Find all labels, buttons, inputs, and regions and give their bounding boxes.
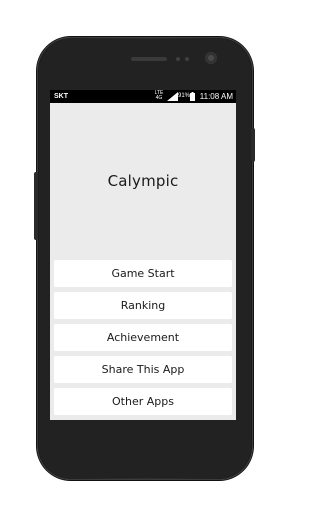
battery-level: 91% [178, 93, 191, 99]
network-type: LTE 4G [154, 91, 164, 101]
share-app-button[interactable]: Share This App [54, 356, 232, 383]
light-sensor [185, 57, 189, 61]
status-clock: 11:08 AM [199, 92, 233, 101]
achievement-button[interactable]: Achievement [54, 324, 232, 351]
carrier-label: SKT [54, 93, 68, 100]
status-bar: SKT LTE 4G 91% 11:08 AM [50, 90, 236, 103]
app-screen: SKT LTE 4G 91% 11:08 AM Calympic Game St… [50, 90, 236, 420]
ranking-button[interactable]: Ranking [54, 292, 232, 319]
earpiece-speaker [131, 57, 167, 61]
proximity-sensor [176, 57, 180, 61]
main-menu: Game Start Ranking Achievement Share Thi… [54, 260, 232, 420]
other-apps-button[interactable]: Other Apps [54, 388, 232, 415]
power-button [251, 128, 255, 162]
network-sub-label: 4G [155, 95, 163, 101]
app-title: Calympic [107, 172, 179, 190]
battery-icon [190, 92, 195, 101]
signal-icon [167, 92, 178, 101]
game-start-button[interactable]: Game Start [54, 260, 232, 287]
volume-button [34, 172, 38, 240]
front-camera [205, 52, 217, 64]
